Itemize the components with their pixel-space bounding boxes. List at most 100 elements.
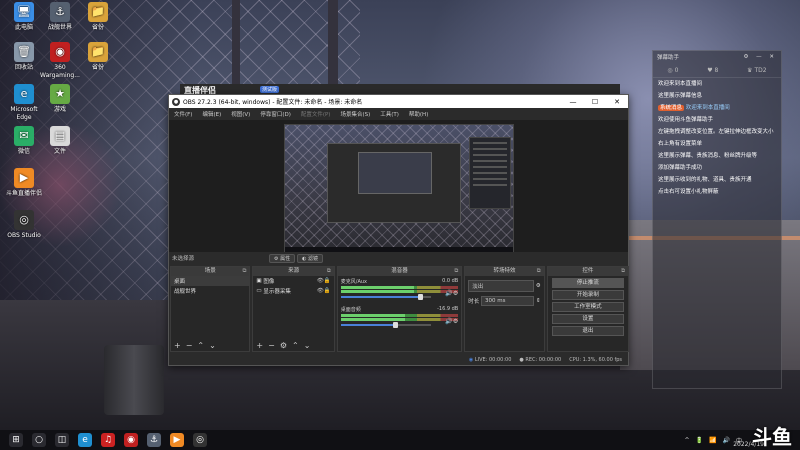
volume-slider[interactable] [340,294,431,300]
minimize-button[interactable]: — [562,98,584,106]
source-item[interactable]: ▣ 图像 👁🔒 [253,276,333,286]
tray-icon[interactable]: ^ [685,437,690,444]
status-bar: ◉ LIVE: 00:00:00 ● REC: 00:00:00 CPU: 1.… [169,355,628,365]
preview-canvas[interactable] [284,124,514,253]
danmaku-assistant-panel[interactable]: 弹幕助手 ⚙ — ✕ ◎ 0 ♥ 8 ♛ TD2 欢迎来到本直播间 这里展示弹幕… [652,50,782,389]
wargaming-icon[interactable]: ◉ [124,433,138,447]
tab-nobles[interactable]: ♛ TD2 [747,67,766,74]
menu-item[interactable]: 帮助(H) [404,110,433,118]
obs-icon[interactable]: ◎ [193,433,207,447]
edge-icon[interactable]: e [78,433,92,447]
obs-window[interactable]: ● OBS 27.2.3 (64-bit, windows) - 配置文件: 未… [168,94,630,366]
desktop-shortcut[interactable]: 📁 省份 [78,42,118,72]
add-icon[interactable]: + [174,341,181,350]
chat-message: 点击右可设置小礼物屏蔽 [653,186,781,198]
speaker-icon[interactable]: 🔊⚙ [445,318,458,325]
windows-start-icon[interactable]: ⊞ [9,433,23,447]
tray-icon[interactable]: 📶 [709,437,716,444]
settings-button[interactable]: 设置 [551,314,625,324]
level-meter [340,314,459,317]
search-icon[interactable]: ○ [32,433,46,447]
filters-button[interactable]: ◐ 滤镜 [297,253,324,263]
move-down-icon[interactable]: ⌄ [209,341,216,350]
warships-icon[interactable]: ⚓ [147,433,161,447]
chat-message: 右上角有设置菜单 [653,138,781,150]
douyu-companion-icon[interactable]: ▶ [170,433,184,447]
brand-badge: 测试版 [260,86,280,93]
folder-icon: 📁 [88,2,108,22]
exit-button[interactable]: 退出 [551,326,625,336]
desktop-shortcut[interactable]: e Microsoft Edge [4,84,44,122]
sources-dock: 来源 ⧉ ▣ 图像 👁🔒 ▭ 显示器采集 👁🔒 + − ⚙ ⌃ ⌄ [252,266,335,352]
remove-icon[interactable]: − [186,341,193,350]
menu-item[interactable]: 场景集合(S) [335,110,375,118]
stop-streaming-button[interactable]: 停止推流 [551,278,625,288]
menu-item[interactable]: 视图(V) [226,110,255,118]
close-button[interactable]: ✕ [606,98,628,106]
chat-message-text: 欢迎来到本直播间 [685,105,730,111]
scene-item[interactable]: 桌面 [171,276,250,286]
studio-mode-button[interactable]: 工作室模式 [551,302,625,312]
desktop-shortcut-label: 此电脑 [14,24,33,31]
volume-slider[interactable] [340,322,431,328]
chat-message: 这里展示弹幕、贵族消息、粉丝牌升级等 [653,150,781,162]
start-recording-button[interactable]: 开始录制 [551,290,625,300]
desktop-shortcut[interactable]: 🗑 回收站 [4,42,44,72]
scene-item[interactable]: 战舰世界 [171,286,249,296]
no-source-selected-label: 未选择源 [172,256,195,262]
menu-item[interactable]: 停靠窗口(D) [255,110,296,118]
sources-dock-header: 来源 ⧉ [253,267,334,276]
speaker-icon[interactable]: 🔊⚙ [445,290,458,297]
desktop-shortcut[interactable]: 🖥 此电脑 [4,2,44,32]
properties-button[interactable]: ⚙ 属性 [269,253,296,263]
desktop-shortcut[interactable]: ▤ 文件 [40,126,80,156]
task-view-icon[interactable]: ◫ [55,433,69,447]
source-toolbar: 未选择源 ⚙ 属性 ◐ 滤镜 [169,252,628,264]
move-up-icon[interactable]: ⌃ [292,341,299,350]
visibility-eye-icon[interactable]: 👁🔒 [317,278,331,284]
tab-gifts[interactable]: ♥ 8 [707,67,718,74]
scenes-dock: 场景 ⧉ 桌面 战舰世界 + − ⌃ ⌄ [170,266,251,352]
spin-icon[interactable]: ⇕ [534,298,541,304]
menu-item[interactable]: 工具(T) [375,110,404,118]
chat-message: 系统消息 欢迎来到本直播间 [653,102,781,114]
transition-select[interactable]: 淡出 [468,280,534,292]
desktop-shortcut[interactable]: ◎ OBS Studio [4,210,44,240]
move-up-icon[interactable]: ⌃ [197,341,204,350]
image-icon: ▣ [256,278,262,284]
desktop-shortcut[interactable]: 📁 省份 [78,2,118,32]
tab-viewers[interactable]: ◎ 0 [667,67,678,74]
duration-input[interactable]: 300 ms [481,296,535,306]
desktop-shortcut[interactable]: ⚓ 战舰世界 [40,2,80,32]
tray-icon[interactable]: 🔊 [723,437,730,444]
edge-icon: e [14,84,34,104]
menu-item[interactable]: 文件(F) [169,110,197,118]
visibility-eye-icon[interactable]: 👁🔒 [317,288,331,294]
preview-chat-panel [469,137,511,209]
menu-item[interactable]: 配置文件(P) [296,110,336,118]
desktop-shortcut[interactable]: ★ 游戏 [40,84,80,114]
chat-message-text: 欢迎使用斗鱼弹幕助手 [658,117,714,123]
chat-window-controls[interactable]: ⚙ — ✕ [743,54,777,60]
add-icon[interactable]: + [256,341,263,350]
tray-icon[interactable]: 🔋 [696,437,703,444]
remove-icon[interactable]: − [268,341,275,350]
move-down-icon[interactable]: ⌄ [304,341,311,350]
obs-titlebar[interactable]: ● OBS 27.2.3 (64-bit, windows) - 配置文件: 未… [169,95,628,108]
netease-icon[interactable]: ♫ [101,433,115,447]
chat-message: 添加弹幕助手成功 [653,162,781,174]
desktop-shortcut[interactable]: ◉ 360 Wargaming... [40,42,80,80]
preview-area [169,120,628,253]
maximize-button[interactable]: ☐ [584,98,606,106]
desktop-shortcut[interactable]: ▶ 斗鱼直播伴侣 [4,168,44,198]
menu-item[interactable]: 编辑(E) [197,110,226,118]
gear-icon[interactable]: ⚙ [280,341,287,350]
folder-icon: 📁 [88,42,108,62]
chat-message-text: 这里展示弹幕信息 [658,93,703,99]
channel-name: 麦克风/Aux [340,279,367,285]
computer-icon: 🖥 [14,2,34,22]
scenes-footer: + − ⌃ ⌄ [171,340,249,351]
desktop-shortcut[interactable]: ✉ 微信 [4,126,44,156]
source-item[interactable]: ▭ 显示器采集 👁🔒 [253,286,333,296]
gear-icon[interactable]: ⚙ [534,283,541,289]
